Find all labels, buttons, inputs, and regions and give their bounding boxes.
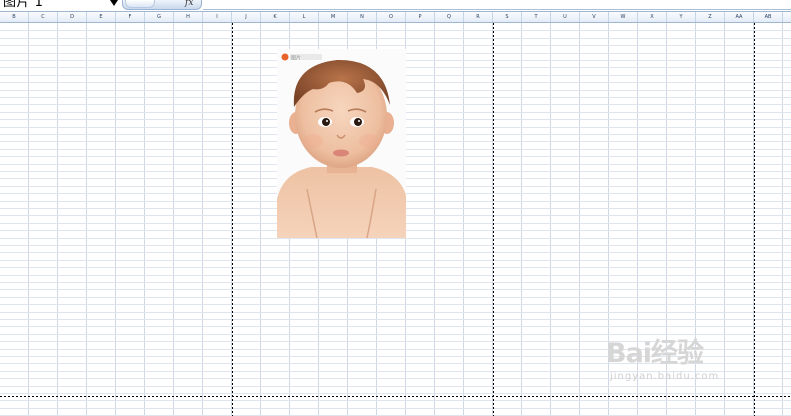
formula-input[interactable] (203, 0, 791, 10)
baidu-jingyan-watermark: Bai经验 jingyan.baidu.com (606, 337, 746, 387)
column-header-u[interactable]: U (551, 12, 580, 22)
inserted-picture[interactable]: 图片 (277, 49, 406, 238)
column-header-r[interactable]: R (464, 12, 493, 22)
column-header-x[interactable]: X (638, 12, 667, 22)
column-header-t[interactable]: T (522, 12, 551, 22)
column-header-n[interactable]: N (348, 12, 377, 22)
column-header-row: B C D E F G H I J K L M N O P Q R S T U V W X Y Z AA AB (0, 11, 791, 23)
column-header-m[interactable]: M (319, 12, 348, 22)
watermark-main-text: Bai经验 (606, 338, 704, 369)
column-header-b[interactable]: B (0, 12, 29, 22)
chevron-down-icon[interactable] (110, 0, 118, 6)
photo-logo-icon (281, 53, 289, 61)
column-header-v[interactable]: V (580, 12, 609, 22)
formula-buttons: fx (122, 0, 202, 10)
baby-photo-image: 图片 (277, 49, 406, 238)
column-header-o[interactable]: O (377, 12, 406, 22)
column-header-c[interactable]: C (29, 12, 58, 22)
column-header-ab[interactable]: AB (754, 12, 783, 22)
name-box[interactable]: 图片 1 (0, 0, 118, 10)
column-header-e[interactable]: E (87, 12, 116, 22)
column-header-f[interactable]: F (116, 12, 145, 22)
watermark-url-text: jingyan.baidu.com (610, 371, 720, 382)
column-header-q[interactable]: Q (435, 12, 464, 22)
column-header-w[interactable]: W (609, 12, 638, 22)
column-header-y[interactable]: Y (667, 12, 696, 22)
column-header-g[interactable]: G (145, 12, 174, 22)
photo-logo-text: 图片 (291, 55, 301, 62)
column-header-k[interactable]: K (261, 12, 290, 22)
column-header-d[interactable]: D (58, 12, 87, 22)
column-header-j[interactable]: J (232, 12, 261, 22)
column-header-l[interactable]: L (290, 12, 319, 22)
insert-function-button[interactable]: fx (185, 0, 193, 8)
column-header-i[interactable]: I (203, 12, 232, 22)
cancel-enter-button[interactable] (125, 0, 155, 8)
column-header-s[interactable]: S (493, 12, 522, 22)
column-header-z[interactable]: Z (696, 12, 725, 22)
name-box-value: 图片 1 (3, 0, 44, 10)
column-header-h[interactable]: H (174, 12, 203, 22)
formula-toolbar: 图片 1 fx (0, 0, 791, 11)
column-header-aa[interactable]: AA (725, 12, 754, 22)
column-header-p[interactable]: P (406, 12, 435, 22)
